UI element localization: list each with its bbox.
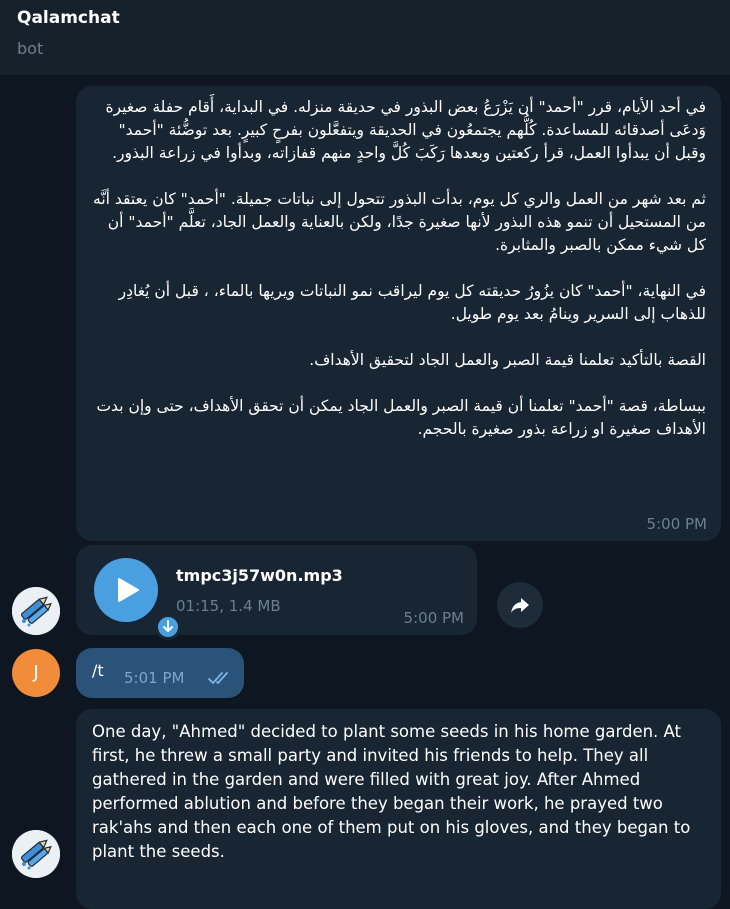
message-text: في أحد الأيام، قرر "أحمد" أن يَزْرَعُ بع… [91,96,706,441]
message-paragraph: ثم بعد شهر من العمل والري كل يوم، بدأت ا… [93,190,706,254]
message-text: /t [92,661,104,680]
message-bubble-outgoing[interactable]: /t 5:01 PM [76,648,244,698]
message-paragraph: في أحد الأيام، قرر "أحمد" أن يَزْرَعُ بع… [105,98,706,162]
pen-avatar-icon [12,830,60,878]
message-bubble-audio[interactable]: tmpc3j57w0n.mp3 01:15, 1.4 MB 5:00 PM [76,545,477,640]
message-paragraph: في النهاية، "أحمد" كان يزُورُ حديقته كل … [118,282,706,323]
audio-file-name: tmpc3j57w0n.mp3 [176,566,343,585]
chat-title: Qalamchat [17,8,120,28]
message-paragraph: ببساطة، قصة "أحمد" تعلمنا أن قيمة الصبر … [96,397,706,438]
message-time: 5:00 PM [646,515,707,533]
play-icon [118,578,139,602]
user-avatar[interactable]: J [12,649,60,697]
download-button[interactable] [155,614,181,640]
message-bubble-arabic[interactable]: في أحد الأيام، قرر "أحمد" أن يَزْرَعُ بع… [76,86,721,541]
message-paragraph: القصة بالتأكيد تعلمنا قيمة الصبر والعمل … [309,351,706,369]
message-time: 5:01 PM [124,669,185,687]
bot-avatar[interactable] [12,587,60,635]
forward-arrow-icon [511,598,529,613]
forward-button[interactable] [497,582,543,628]
chat-subtitle: bot [17,39,44,58]
play-button[interactable] [94,558,181,640]
bot-avatar[interactable] [12,830,60,878]
message-bubble-english[interactable]: One day, "Ahmed" decided to plant some s… [76,709,721,909]
chat-header[interactable]: Qalamchat bot [0,0,730,76]
double-check-icon [208,672,228,684]
audio-file-meta: 01:15, 1.4 MB [176,597,281,615]
message-time: 5:00 PM [403,609,464,627]
download-arrow-icon [163,620,173,632]
message-text: One day, "Ahmed" decided to plant some s… [92,722,691,861]
pen-avatar-icon [12,587,60,635]
